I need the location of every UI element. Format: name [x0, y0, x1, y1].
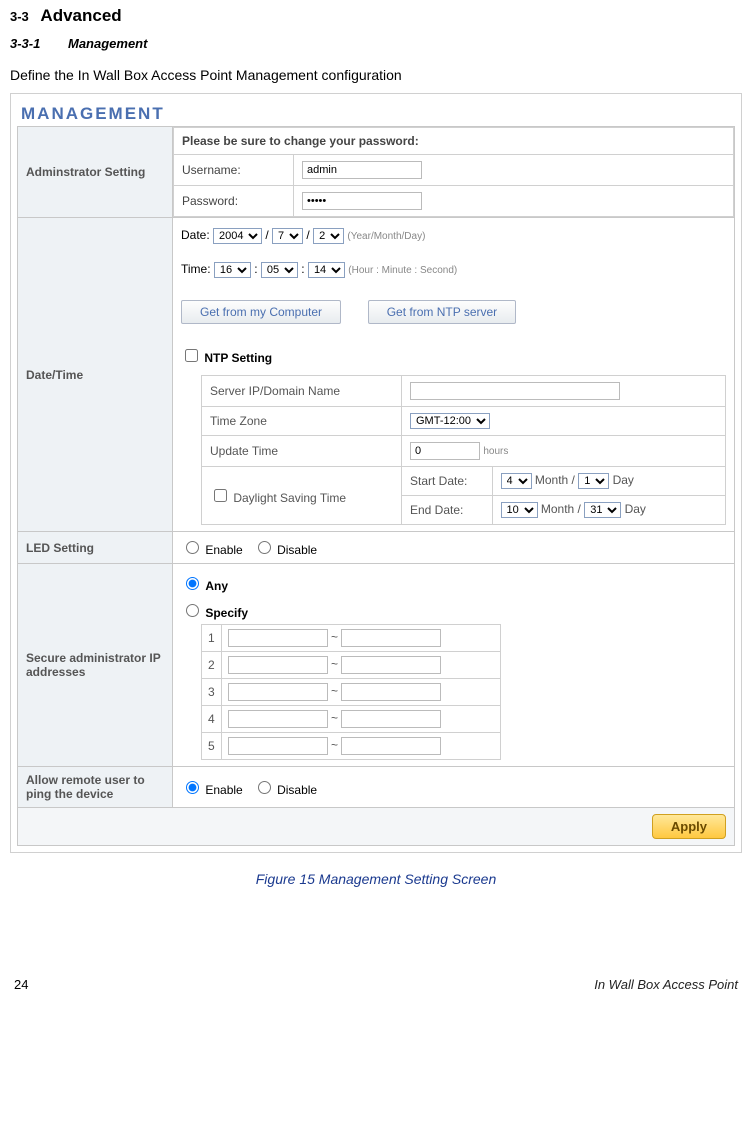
management-screenshot: MANAGEMENT Adminstrator Setting Please b… [10, 93, 742, 853]
secure-any-label: Any [205, 579, 228, 593]
ip-3-from[interactable] [228, 683, 328, 701]
management-heading: MANAGEMENT [17, 100, 735, 126]
ip-range-row: 2 ~ [202, 652, 501, 679]
get-from-computer-button[interactable]: Get from my Computer [181, 300, 341, 324]
ip-range-row: 3 ~ [202, 679, 501, 706]
dst-checkbox[interactable] [214, 489, 227, 502]
admin-row-label: Adminstrator Setting [18, 127, 173, 218]
led-row-label: LED Setting [18, 532, 173, 564]
ntp-label: NTP Setting [204, 351, 272, 365]
ping-row-label: Allow remote user to ping the device [18, 767, 173, 808]
ntp-checkbox[interactable] [185, 349, 198, 362]
ip-4-to[interactable] [341, 710, 441, 728]
dst-start-day-select[interactable]: 1 [578, 473, 609, 489]
apply-button[interactable]: Apply [652, 814, 726, 839]
ping-enable-radio[interactable] [186, 781, 199, 794]
server-label: Server IP/Domain Name [202, 376, 402, 407]
update-unit: hours [483, 446, 508, 457]
page-number: 24 [14, 977, 28, 992]
username-label: Username: [174, 155, 294, 186]
secure-specify-radio[interactable] [186, 604, 199, 617]
admin-notice: Please be sure to change your password: [174, 128, 734, 155]
ip-5-to[interactable] [341, 737, 441, 755]
footer-title: In Wall Box Access Point [594, 977, 738, 992]
ip-2-from[interactable] [228, 656, 328, 674]
figure-caption: Figure 15 Management Setting Screen [10, 871, 742, 887]
update-input[interactable] [410, 442, 480, 460]
section-heading: 3-3 Advanced [10, 6, 742, 26]
secure-specify-label: Specify [205, 606, 248, 620]
password-label: Password: [174, 186, 294, 217]
ip-range-row: 1 ~ [202, 625, 501, 652]
subsection-title: Management [68, 36, 147, 51]
dst-end-day-select[interactable]: 31 [584, 502, 621, 518]
time-second-select[interactable]: 14 [308, 262, 345, 278]
subsection-number: 3-3-1 [10, 36, 40, 51]
get-from-ntp-button[interactable]: Get from NTP server [368, 300, 516, 324]
date-month-select[interactable]: 7 [272, 228, 303, 244]
dst-start-month-select[interactable]: 4 [501, 473, 532, 489]
ip-4-from[interactable] [228, 710, 328, 728]
dst-end-label: End Date: [402, 496, 492, 525]
password-input[interactable] [302, 192, 422, 210]
time-label: Time: [181, 262, 211, 276]
led-disable-radio[interactable] [258, 541, 271, 554]
ip-1-from[interactable] [228, 629, 328, 647]
username-input[interactable] [302, 161, 422, 179]
date-day-select[interactable]: 2 [313, 228, 344, 244]
update-label: Update Time [202, 436, 402, 467]
datetime-row-label: Date/Time [18, 218, 173, 532]
section-title: Advanced [40, 6, 121, 25]
ip-range-row: 5 ~ [202, 733, 501, 760]
date-label: Date: [181, 228, 210, 242]
ip-2-to[interactable] [341, 656, 441, 674]
ping-disable-radio[interactable] [258, 781, 271, 794]
dst-label: Daylight Saving Time [233, 491, 346, 505]
ip-1-to[interactable] [341, 629, 441, 647]
secure-row-label: Secure administrator IP addresses [18, 564, 173, 767]
time-minute-select[interactable]: 05 [261, 262, 298, 278]
subsection-heading: 3-3-1 Management [10, 36, 742, 51]
ip-range-row: 4 ~ [202, 706, 501, 733]
dst-start-label: Start Date: [402, 467, 492, 496]
time-hour-select[interactable]: 16 [214, 262, 251, 278]
secure-any-radio[interactable] [186, 577, 199, 590]
tz-label: Time Zone [202, 407, 402, 436]
tz-select[interactable]: GMT-12:00 [410, 413, 490, 429]
date-year-select[interactable]: 2004 [213, 228, 262, 244]
date-hint: (Year/Month/Day) [347, 231, 425, 242]
section-number: 3-3 [10, 9, 29, 24]
intro-text: Define the In Wall Box Access Point Mana… [10, 67, 742, 83]
dst-end-month-select[interactable]: 10 [501, 502, 538, 518]
led-enable-radio[interactable] [186, 541, 199, 554]
time-hint: (Hour : Minute : Second) [348, 265, 457, 276]
ip-5-from[interactable] [228, 737, 328, 755]
ip-3-to[interactable] [341, 683, 441, 701]
server-input[interactable] [410, 382, 620, 400]
